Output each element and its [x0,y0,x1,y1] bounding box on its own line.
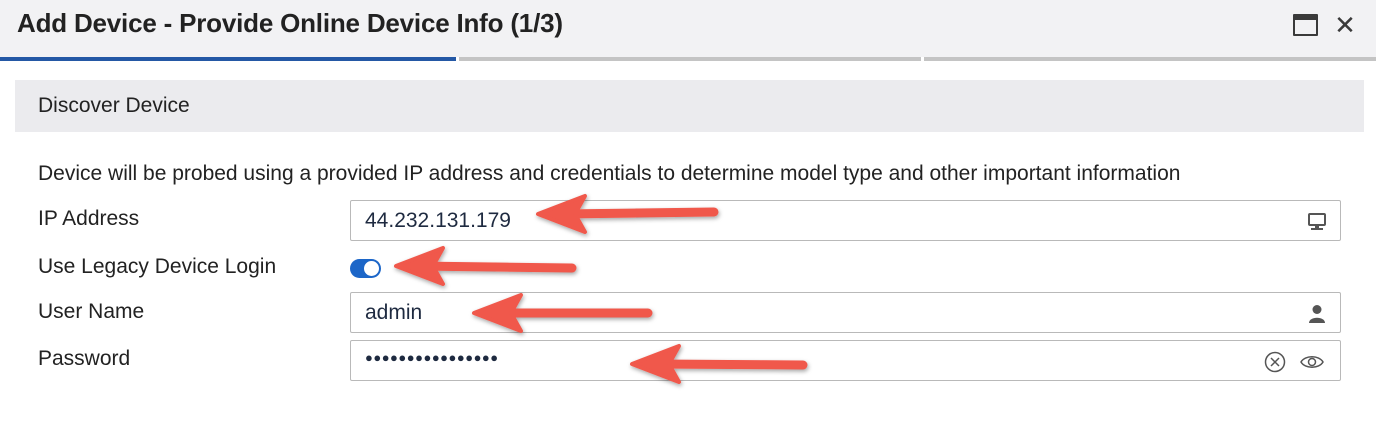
section-header: Discover Device [15,80,1364,132]
arrow-legacy-login [394,246,577,286]
section-title: Discover Device [38,94,190,117]
user-name-label: User Name [38,300,145,323]
dialog-title-bar: Add Device - Provide Online Device Info … [0,0,1376,57]
password-value: ●●●●●●●●●●●●●●●● [365,350,499,365]
toggle-knob [364,261,379,276]
show-password-icon[interactable] [1299,351,1325,373]
password-label: Password [38,347,131,370]
wizard-step-1 [0,57,456,61]
legacy-login-label: Use Legacy Device Login [38,255,277,278]
legacy-login-toggle[interactable] [350,259,381,278]
maximize-icon[interactable] [1290,10,1320,40]
ip-address-label: IP Address [38,207,140,230]
password-field[interactable]: ●●●●●●●●●●●●●●●● [350,340,1341,381]
user-name-field[interactable]: admin [350,292,1341,333]
user-icon [1306,303,1328,325]
wizard-progress [0,57,1376,61]
dialog-title: Add Device - Provide Online Device Info … [17,8,563,38]
user-name-value: admin [365,301,423,324]
clear-icon[interactable] [1264,351,1286,373]
section-description: Device will be probed using a provided I… [38,162,1181,185]
close-icon[interactable]: ✕ [1330,10,1360,40]
wizard-step-2 [459,57,921,61]
ip-address-field[interactable]: 44.232.131.179 [350,200,1341,241]
computer-icon [1306,211,1328,233]
wizard-step-3 [924,57,1376,61]
ip-address-value: 44.232.131.179 [365,209,511,232]
